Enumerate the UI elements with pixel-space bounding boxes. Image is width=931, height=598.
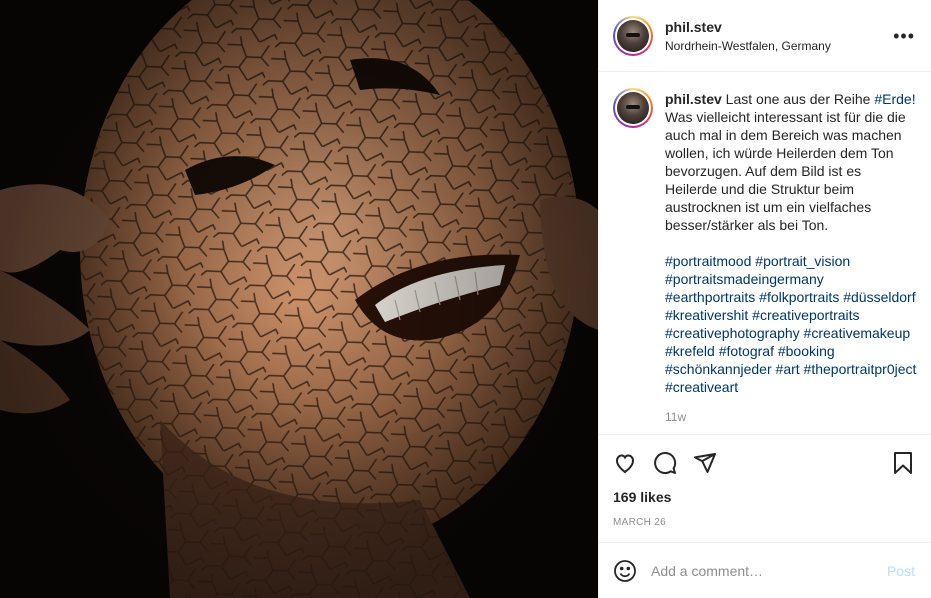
avatar-image	[617, 19, 649, 52]
hashtag-link[interactable]: #fotograf	[719, 343, 774, 359]
caption-text-rest: Was vielleicht interessant ist für die d…	[665, 109, 906, 233]
hashtag-link[interactable]: #portrait_vision	[755, 253, 850, 269]
share-icon[interactable]	[693, 451, 717, 475]
post-side-panel: phil.stev Nordrhein-Westfalen, Germany •…	[598, 0, 931, 598]
hashtag-link[interactable]: #krefeld	[665, 343, 715, 359]
instagram-post: phil.stev Nordrhein-Westfalen, Germany •…	[0, 0, 931, 598]
hashtag-link[interactable]: #booking	[778, 343, 835, 359]
hashtag-link[interactable]: #creativephotography	[665, 325, 800, 341]
heart-icon[interactable]	[613, 451, 637, 475]
hashtag-link[interactable]: #portraitmood	[665, 253, 751, 269]
comments-section[interactable]: phil.stev Last one aus der Reihe #Erde! …	[599, 72, 931, 434]
hashtag-link[interactable]: #schönkannjeder	[665, 361, 772, 377]
hashtag-link[interactable]: #theportraitpr0ject	[804, 361, 917, 377]
likes-count[interactable]: 169 likes	[613, 489, 915, 505]
hashtag-link[interactable]: #Erde!	[874, 91, 915, 107]
author-username[interactable]: phil.stev	[665, 19, 893, 35]
hashtag-link[interactable]: #folkportraits	[759, 289, 839, 305]
post-date[interactable]: MARCH 26	[613, 517, 915, 542]
caption: phil.stev Last one aus der Reihe #Erde! …	[613, 88, 917, 426]
smiley-icon[interactable]	[613, 559, 637, 583]
hashtag-link[interactable]: #creativeart	[665, 379, 738, 395]
author-avatar[interactable]	[613, 15, 653, 56]
post-actions: 169 likes MARCH 26	[599, 434, 931, 542]
caption-username[interactable]: phil.stev	[665, 91, 722, 107]
post-comment-button[interactable]: Post	[887, 563, 915, 579]
hashtag-link[interactable]: #düsseldorf	[843, 289, 915, 305]
hashtag-link[interactable]: #art	[776, 361, 800, 377]
caption-text: phil.stev Last one aus der Reihe #Erde! …	[665, 90, 917, 234]
hashtag-link[interactable]: #kreativershit	[665, 307, 748, 323]
hashtag-link[interactable]: #creativeportraits	[752, 307, 859, 323]
avatar-image	[617, 92, 649, 124]
caption-time-ago[interactable]: 11w	[665, 408, 917, 426]
hashtag-list: #portraitmood #portrait_vision #portrait…	[665, 252, 917, 396]
comment-input[interactable]	[651, 562, 887, 579]
add-comment-bar: Post	[599, 542, 931, 598]
caption-text-start: Last one aus der Reihe	[721, 91, 875, 107]
hashtag-link[interactable]: #portraitsmadeingermany	[665, 271, 824, 287]
post-location[interactable]: Nordrhein-Westfalen, Germany	[665, 39, 893, 53]
post-photo[interactable]	[0, 0, 598, 598]
more-options-button[interactable]: •••	[893, 27, 915, 45]
comment-icon[interactable]	[653, 451, 677, 475]
bookmark-icon[interactable]	[891, 451, 915, 475]
post-header: phil.stev Nordrhein-Westfalen, Germany •…	[599, 0, 931, 72]
hashtag-link[interactable]: #creativemakeup	[804, 325, 911, 341]
caption-avatar[interactable]	[613, 88, 653, 128]
hashtag-link[interactable]: #earthportraits	[665, 289, 755, 305]
cracked-clay-face-photo	[0, 0, 598, 598]
